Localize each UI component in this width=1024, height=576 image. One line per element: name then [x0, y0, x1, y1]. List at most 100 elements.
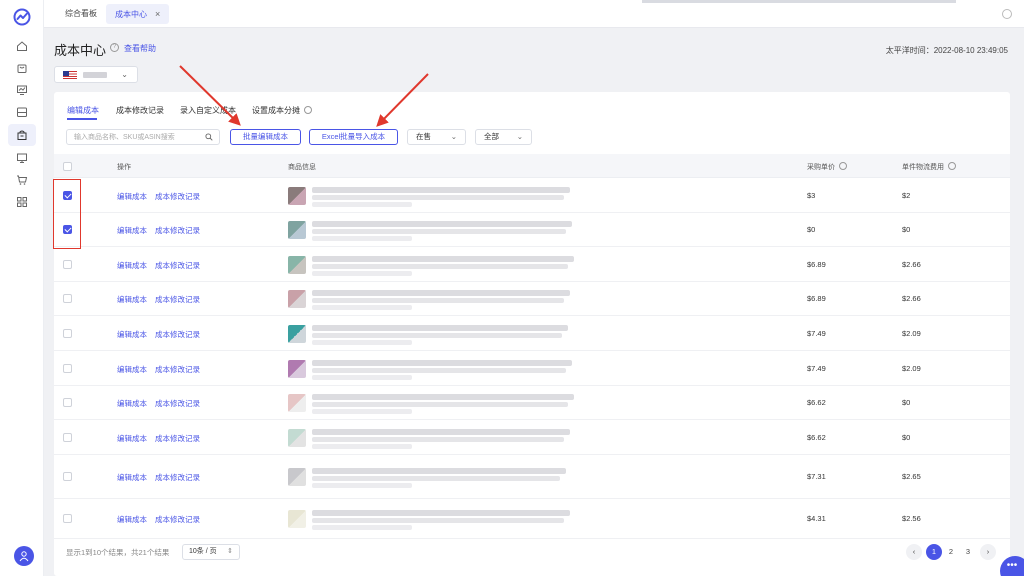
- select-value: 在售: [416, 132, 431, 141]
- product-sku-redacted: [312, 236, 412, 241]
- row-checkbox[interactable]: [63, 260, 72, 269]
- apps-icon[interactable]: [16, 196, 28, 208]
- inbox-icon[interactable]: [16, 106, 28, 118]
- unit-cost-value: $3: [807, 191, 816, 200]
- product-thumbnail: [288, 325, 306, 343]
- marketplace-name-redacted: [83, 72, 107, 78]
- cost-log-link[interactable]: 成本修改记录: [155, 294, 200, 305]
- settings-icon[interactable]: [1002, 9, 1012, 19]
- search-icon[interactable]: [205, 133, 213, 141]
- row-checkbox[interactable]: [63, 472, 72, 481]
- tab-edit-cost[interactable]: 编辑成本: [67, 105, 99, 116]
- page-1-button[interactable]: 1: [926, 544, 942, 560]
- cost-log-link[interactable]: 成本修改记录: [155, 260, 200, 271]
- page-3-button[interactable]: 3: [960, 544, 976, 560]
- info-icon[interactable]: [839, 162, 847, 170]
- product-sku-redacted: [312, 483, 412, 488]
- search-input[interactable]: [67, 130, 197, 144]
- product-sku-redacted: [312, 444, 412, 449]
- page-size-select[interactable]: 10条 / 页 ⇕: [182, 544, 240, 560]
- tab-dashboard[interactable]: 综合看板: [56, 4, 106, 24]
- chevron-down-icon: ⌄: [516, 132, 523, 141]
- chevron-down-icon: ⌄: [450, 132, 457, 141]
- product-subtitle-redacted: [312, 437, 564, 442]
- product-thumbnail: [288, 510, 306, 528]
- edit-cost-link[interactable]: 编辑成本: [117, 260, 147, 271]
- col-shipping: 单件物流费用: [902, 162, 956, 172]
- scope-filter-select[interactable]: 全部 ⌄: [475, 129, 532, 145]
- tab-cost-center[interactable]: 成本中心 ×: [106, 4, 170, 24]
- unit-cost-value: $0: [807, 225, 816, 234]
- tab-cost-log[interactable]: 成本修改记录: [116, 105, 164, 116]
- cost-log-link[interactable]: 成本修改记录: [155, 398, 200, 409]
- product-thumbnail: [288, 290, 306, 308]
- edit-cost-link[interactable]: 编辑成本: [117, 364, 147, 375]
- edit-cost-link[interactable]: 编辑成本: [117, 225, 147, 236]
- help-link[interactable]: 查看帮助: [124, 43, 156, 54]
- table-row: 编辑成本 成本修改记录 $6.89 $2.66: [54, 282, 1010, 316]
- product-title-redacted: [312, 325, 568, 331]
- product-thumbnail: [288, 394, 306, 412]
- chart-monitor-icon[interactable]: [16, 84, 28, 96]
- edit-cost-link[interactable]: 编辑成本: [117, 329, 147, 340]
- product-thumbnail: [288, 468, 306, 486]
- shipping-cost-value: $2: [902, 191, 911, 200]
- cost-log-link[interactable]: 成本修改记录: [155, 225, 200, 236]
- unit-cost-value: $6.89: [807, 260, 826, 269]
- next-page-button[interactable]: ›: [980, 544, 996, 560]
- edit-cost-link[interactable]: 编辑成本: [117, 398, 147, 409]
- home-icon[interactable]: [16, 40, 28, 52]
- tab-cost-allocation[interactable]: 设置成本分摊: [252, 105, 312, 116]
- close-icon[interactable]: ×: [155, 9, 160, 19]
- cost-log-link[interactable]: 成本修改记录: [155, 472, 200, 483]
- cost-log-link[interactable]: 成本修改记录: [155, 329, 200, 340]
- brand-logo-icon[interactable]: [13, 8, 31, 26]
- row-checkbox[interactable]: [63, 364, 72, 373]
- edit-cost-link[interactable]: 编辑成本: [117, 294, 147, 305]
- product-subtitle-redacted: [312, 298, 564, 303]
- shipping-cost-value: $0: [902, 433, 911, 442]
- edit-cost-link[interactable]: 编辑成本: [117, 191, 147, 202]
- row-checkbox[interactable]: [63, 294, 72, 303]
- status-filter-select[interactable]: 在售 ⌄: [407, 129, 466, 145]
- marketplace-select[interactable]: ⌄: [54, 66, 138, 83]
- cost-log-link[interactable]: 成本修改记录: [155, 433, 200, 444]
- tab-custom-cost[interactable]: 录入自定义成本: [180, 105, 236, 116]
- table-row: 编辑成本 成本修改记录 $3 $2: [54, 179, 1010, 213]
- cost-log-link[interactable]: 成本修改记录: [155, 191, 200, 202]
- page-title: 成本中心: [54, 43, 107, 58]
- main-card: 编辑成本 成本修改记录 录入自定义成本 设置成本分摊 批量编辑成本 Excel批…: [54, 92, 1010, 576]
- excel-import-cost-button[interactable]: Excel批量导入成本: [309, 129, 398, 145]
- row-checkbox[interactable]: [63, 433, 72, 442]
- desktop-icon[interactable]: [16, 152, 28, 164]
- info-icon: [304, 106, 312, 114]
- row-checkbox[interactable]: [63, 514, 72, 523]
- bag-icon[interactable]: [16, 62, 28, 74]
- cost-log-link[interactable]: 成本修改记录: [155, 514, 200, 525]
- table-header: 操作 商品信息 采购单价 单件物流费用: [54, 154, 1010, 178]
- tab-label: 成本中心: [115, 10, 147, 19]
- product-subtitle-redacted: [312, 518, 564, 523]
- product-subtitle-redacted: [312, 264, 568, 269]
- info-icon[interactable]: [948, 162, 956, 170]
- col-label: 采购单价: [807, 164, 835, 171]
- product-subtitle-redacted: [312, 368, 566, 373]
- page-2-button[interactable]: 2: [943, 544, 959, 560]
- prev-page-button[interactable]: ‹: [906, 544, 922, 560]
- cost-log-link[interactable]: 成本修改记录: [155, 364, 200, 375]
- batch-edit-cost-button[interactable]: 批量编辑成本: [230, 129, 301, 145]
- edit-cost-link[interactable]: 编辑成本: [117, 514, 147, 525]
- edit-cost-link[interactable]: 编辑成本: [117, 433, 147, 444]
- pacific-time: 太平洋时间：2022-08-10 23:49:05: [885, 46, 1008, 55]
- edit-cost-link[interactable]: 编辑成本: [117, 472, 147, 483]
- user-avatar[interactable]: [14, 546, 34, 566]
- product-subtitle-redacted: [312, 476, 560, 481]
- product-thumbnail: [288, 256, 306, 274]
- product-subtitle-redacted: [312, 333, 562, 338]
- row-checkbox[interactable]: [63, 398, 72, 407]
- chevron-down-icon: ⌄: [121, 70, 128, 79]
- select-all-checkbox[interactable]: [63, 162, 72, 171]
- cart-icon[interactable]: [16, 174, 28, 186]
- row-checkbox[interactable]: [63, 329, 72, 338]
- shop-icon[interactable]: [8, 124, 36, 146]
